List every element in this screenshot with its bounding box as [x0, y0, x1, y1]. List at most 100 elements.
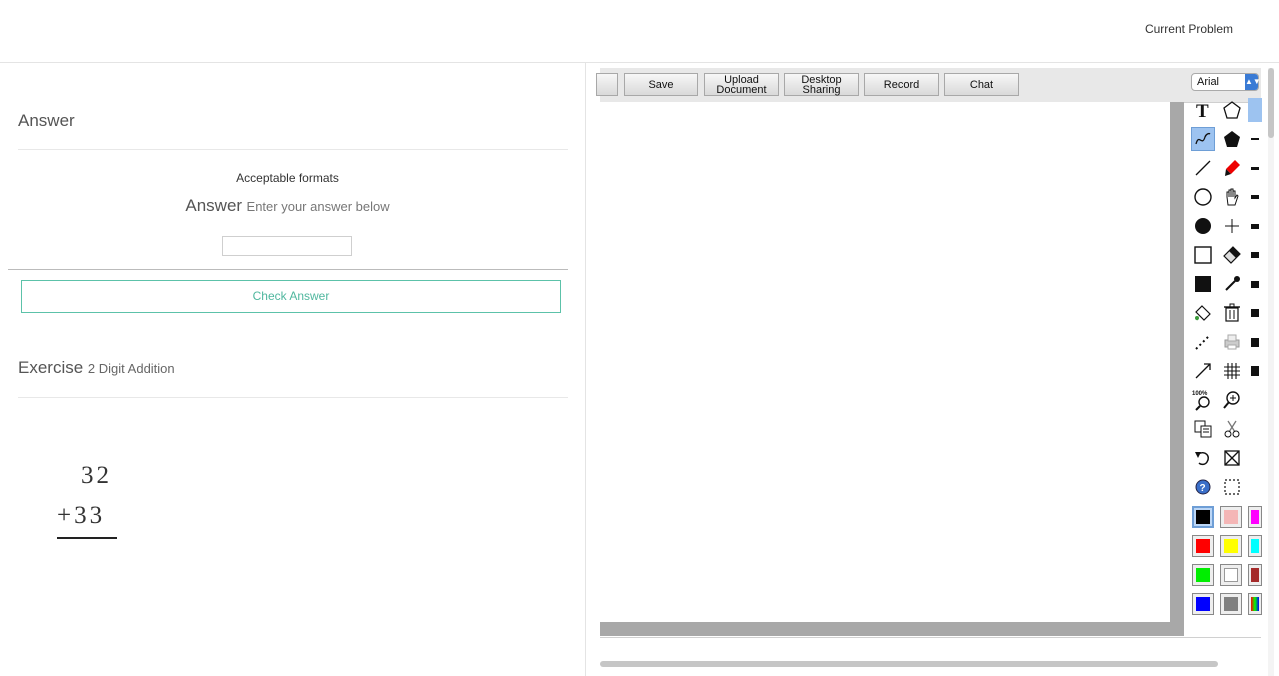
text-tool-icon[interactable]: T	[1191, 98, 1215, 122]
swatch-fill	[1224, 568, 1238, 582]
color-swatch-red[interactable]	[1192, 535, 1214, 557]
exercise-subtitle: 2 Digit Addition	[87, 361, 175, 376]
paint-bucket-icon[interactable]	[1191, 301, 1215, 325]
line-weight-option[interactable]	[1248, 301, 1262, 325]
color-swatch-pink[interactable]	[1220, 506, 1242, 528]
marker-icon[interactable]	[1220, 156, 1244, 180]
trash-icon[interactable]	[1220, 301, 1244, 325]
divider	[18, 149, 568, 150]
color-swatch-magenta[interactable]	[1248, 506, 1262, 528]
color-swatch-green[interactable]	[1192, 564, 1214, 586]
grid-icon[interactable]	[1220, 359, 1244, 383]
answer-label: Answer	[185, 196, 243, 215]
sum-line	[57, 537, 117, 539]
partial-tool[interactable]	[1248, 388, 1262, 412]
swatch-fill	[1251, 510, 1259, 524]
line-weight-option[interactable]	[1248, 243, 1262, 267]
answer-hint: Enter your answer below	[246, 199, 390, 214]
square-filled-icon[interactable]	[1191, 272, 1215, 296]
scrollbar-thumb[interactable]	[1268, 68, 1274, 138]
chat-button[interactable]: Chat	[944, 73, 1019, 96]
swatch-fill	[1196, 539, 1210, 553]
divider	[600, 637, 1261, 638]
partial-tool[interactable]	[1248, 475, 1262, 499]
color-swatch-black[interactable]	[1192, 506, 1214, 528]
circle-filled-icon[interactable]	[1191, 214, 1215, 238]
swatch-fill	[1196, 568, 1210, 582]
record-button[interactable]: Record	[864, 73, 939, 96]
eraser-icon[interactable]	[1220, 243, 1244, 267]
canvas-horizontal-scrollbar[interactable]	[600, 622, 1170, 636]
line-weight-option[interactable]	[1248, 185, 1262, 209]
dotted-line-icon[interactable]	[1191, 330, 1215, 354]
curve-tool-icon[interactable]	[1191, 127, 1215, 151]
color-swatch-blue[interactable]	[1192, 593, 1214, 615]
applet-horizontal-scrollbar[interactable]	[600, 661, 1218, 667]
answer-input[interactable]	[222, 236, 352, 256]
swatch-fill	[1251, 539, 1259, 553]
square-outline-icon[interactable]	[1191, 243, 1215, 267]
color-swatch-white[interactable]	[1220, 564, 1242, 586]
color-swatch-cyan[interactable]	[1248, 535, 1262, 557]
upload-label-line1: Upload	[724, 73, 759, 86]
zoom-100-icon[interactable]: 100%	[1191, 388, 1215, 412]
desktop-sharing-button[interactable]: Desktop Sharing	[784, 73, 859, 96]
check-answer-button[interactable]: Check Answer	[21, 280, 561, 313]
clear-icon[interactable]	[1220, 446, 1244, 470]
line-weight-option[interactable]	[1248, 127, 1262, 151]
line-weight-option[interactable]	[1248, 330, 1262, 354]
desktop-label-line2: Sharing	[802, 83, 841, 96]
color-swatch-yellow[interactable]	[1220, 535, 1242, 557]
exercise-heading: Exercise 2 Digit Addition	[18, 358, 175, 378]
swatch-fill	[1224, 510, 1238, 524]
partial-toolbar-button[interactable]	[596, 73, 618, 96]
color-swatch-gray[interactable]	[1220, 593, 1242, 615]
swatch-fill	[1224, 597, 1238, 611]
line-weight-option[interactable]	[1248, 214, 1262, 238]
svg-text:100%: 100%	[1192, 391, 1208, 397]
line-weight-option[interactable]	[1248, 272, 1262, 296]
svg-text:T: T	[1196, 101, 1209, 120]
partial-tool[interactable]	[1248, 417, 1262, 441]
partial-tool[interactable]	[1248, 446, 1262, 470]
page-vertical-scrollbar[interactable]	[1268, 68, 1274, 676]
arrow-line-icon[interactable]	[1191, 359, 1215, 383]
upload-document-button[interactable]: Upload Document	[704, 73, 779, 96]
line-weight-option[interactable]	[1248, 359, 1262, 383]
printer-icon[interactable]	[1220, 330, 1244, 354]
font-select-value: Arial	[1197, 76, 1220, 88]
select-region-icon[interactable]	[1220, 475, 1244, 499]
font-select[interactable]: Arial ▲▼	[1191, 73, 1261, 91]
swatch-fill	[1196, 597, 1210, 611]
addend-top: 32	[81, 462, 112, 489]
crosshair-icon[interactable]	[1220, 214, 1244, 238]
zoom-in-icon[interactable]	[1220, 388, 1244, 412]
polygon-filled-icon[interactable]	[1220, 127, 1244, 151]
help-icon[interactable]: ?	[1191, 475, 1215, 499]
canvas-vertical-scrollbar[interactable]	[1170, 102, 1184, 636]
line-weight-option[interactable]	[1248, 156, 1262, 180]
cut-icon[interactable]	[1220, 417, 1244, 441]
top-bar: Current Problem	[0, 0, 1279, 63]
drawing-canvas[interactable]	[600, 102, 1170, 622]
exercise-title: Exercise	[18, 358, 84, 377]
hand-pan-icon[interactable]	[1220, 185, 1244, 209]
circle-outline-icon[interactable]	[1191, 185, 1215, 209]
custom-color-icon[interactable]	[1248, 593, 1262, 615]
line-tool-icon[interactable]	[1191, 156, 1215, 180]
acceptable-formats-link[interactable]: Acceptable formats	[0, 171, 575, 185]
upload-label-line2: Document	[716, 83, 767, 96]
copy-icon[interactable]	[1191, 417, 1215, 441]
eyedropper-icon[interactable]	[1220, 272, 1244, 296]
color-swatch-brown[interactable]	[1248, 564, 1262, 586]
answer-heading: Answer	[18, 111, 75, 130]
swatch-fill	[1251, 597, 1259, 611]
chevron-updown-icon: ▲▼	[1245, 74, 1261, 90]
undo-icon[interactable]	[1191, 446, 1215, 470]
save-button[interactable]: Save	[624, 73, 698, 96]
svg-text:?: ?	[1200, 483, 1206, 494]
divider	[18, 397, 568, 398]
line-weight-tool[interactable]	[1248, 98, 1262, 122]
swatch-fill	[1251, 568, 1259, 582]
polygon-outline-icon[interactable]	[1220, 98, 1244, 122]
